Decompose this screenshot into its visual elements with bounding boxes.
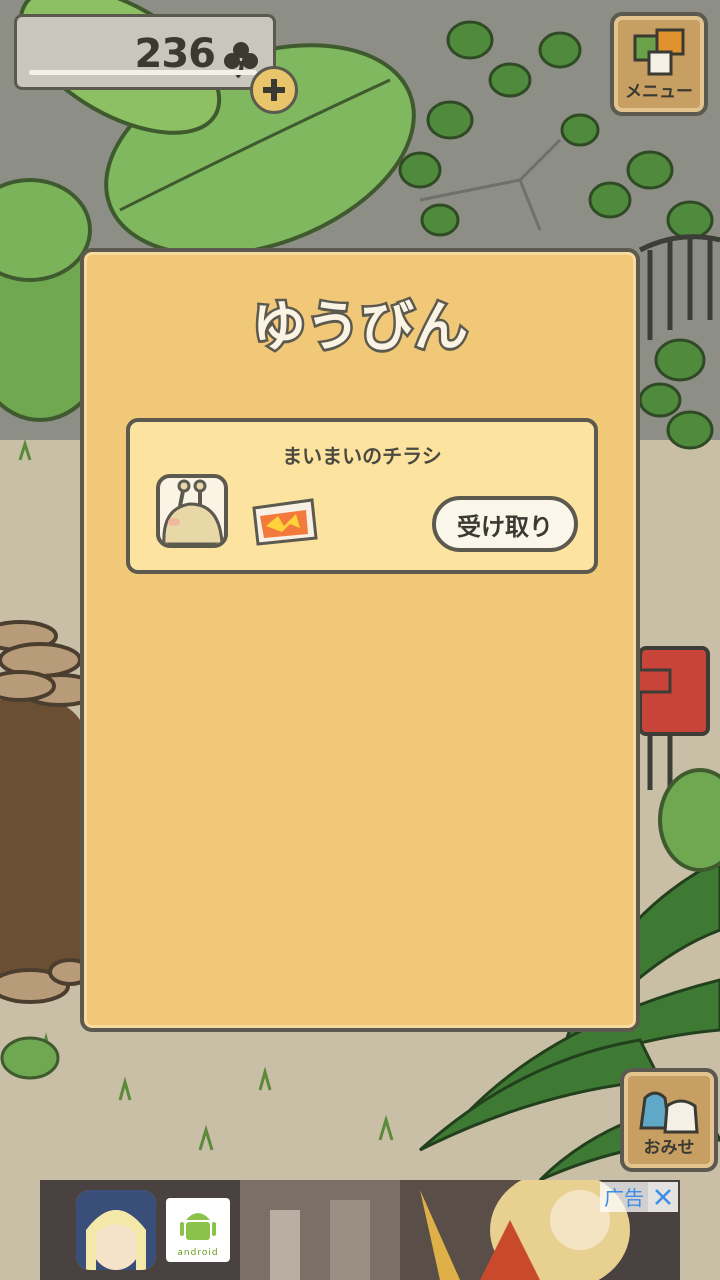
receive-button[interactable]: 受け取り xyxy=(432,496,578,552)
mail-item: まいまいのチラシ 受け取り xyxy=(126,418,598,574)
ad-app-icon[interactable] xyxy=(76,1190,156,1270)
add-clover-button[interactable] xyxy=(250,66,298,114)
android-robot-icon xyxy=(180,1213,216,1240)
menu-button[interactable]: メニュー xyxy=(610,12,708,116)
clover-counter: 236 xyxy=(14,14,276,90)
mail-dialog: ゆうびん まいまいのチラシ 受け取り xyxy=(80,248,640,1032)
dialog-title: ゆうびん xyxy=(250,293,471,361)
shop-button[interactable]: おみせ xyxy=(620,1068,718,1172)
android-badge-text: android xyxy=(177,1248,219,1258)
game-app-icon xyxy=(76,1190,156,1270)
shop-bags-icon xyxy=(639,1091,699,1134)
snail-avatar-icon xyxy=(162,479,224,544)
plus-icon xyxy=(263,79,285,101)
sender-avatar xyxy=(156,474,228,548)
ad-label: 广告 xyxy=(600,1182,648,1212)
counter-underline xyxy=(29,70,257,75)
shop-button-label: おみせ xyxy=(643,1138,695,1158)
ad-close-button[interactable] xyxy=(648,1182,678,1212)
menu-squares-icon xyxy=(633,28,685,76)
close-icon xyxy=(655,1189,671,1205)
menu-button-label: メニュー xyxy=(625,82,693,102)
android-badge: android xyxy=(166,1198,230,1262)
mail-sender: まいまいのチラシ xyxy=(282,444,442,468)
ad-banner[interactable]: android 广告 xyxy=(40,1180,680,1280)
flyer-icon xyxy=(252,498,318,546)
